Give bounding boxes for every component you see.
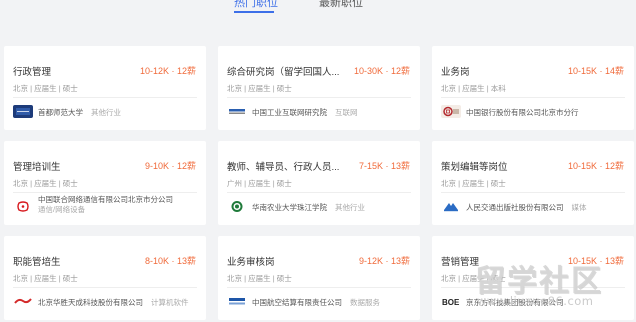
job-card[interactable]: 管理培训生 9-10K · 12薪 北京 | 应届生 | 硕士 中国联合网络通信… [4, 141, 206, 225]
company-line: 首都师范大学 其他行业 [38, 107, 121, 118]
job-meta: 北京 | 应届生 | 硕士 [441, 179, 506, 188]
divider [441, 287, 625, 288]
company-industry: 其他行业 [91, 108, 121, 117]
job-meta: 北京 | 应届生 | 硕士 [13, 274, 78, 283]
tab-hot-jobs[interactable]: 热门职位 [234, 0, 278, 10]
job-title[interactable]: 管理培训生 [13, 159, 61, 173]
company-industry: 数据服务 [350, 298, 380, 307]
press-logo [441, 200, 461, 213]
job-card[interactable]: 行政管理 10-12K · 12薪 北京 | 应届生 | 硕士 首都师范大学 其他… [4, 46, 206, 130]
company-line: 京东方科技集团股份有限公司 [466, 297, 564, 308]
company-line: 华南农业大学珠江学院 其他行业 [252, 202, 365, 213]
company-name[interactable]: 人民交通出版社股份有限公司 [466, 203, 564, 212]
company-industry: 通信/网络设备 [38, 204, 86, 214]
job-salary: 9-10K · 12薪 [144, 161, 196, 171]
divider [227, 287, 411, 288]
divider [441, 192, 625, 193]
job-card[interactable]: 综合研究岗（留学回国人... 10-30K · 12薪 北京 | 应届生 | 硕… [218, 46, 420, 130]
university-logo [13, 105, 33, 118]
job-meta: 北京 | 应届生 | 硕士 [441, 274, 506, 283]
company-line: 中国航空结算有限责任公司 数据服务 [252, 297, 380, 308]
divider [441, 97, 625, 98]
job-card[interactable]: 业务审核岗 9-12K · 13薪 北京 | 应届生 | 硕士 中国航空结算有限… [218, 236, 420, 320]
job-meta: 北京 | 应届生 | 本科 [441, 84, 506, 93]
job-title[interactable]: 业务岗 [441, 64, 470, 78]
company-name[interactable]: 首都师范大学 [38, 108, 83, 117]
company-name[interactable]: 中国银行股份有限公司北京市分行 [466, 108, 579, 117]
tab-latest-jobs[interactable]: 最新职位 [319, 0, 363, 10]
company-industry: 其他行业 [335, 203, 365, 212]
company-name[interactable]: 中国工业互联网研究院 [252, 108, 327, 117]
job-title[interactable]: 行政管理 [13, 64, 51, 78]
job-card[interactable]: 业务岗 10-15K · 14薪 北京 | 应届生 | 本科 中国银行股份有限公… [432, 46, 634, 130]
tech-logo [13, 295, 33, 308]
company-line: 中国银行股份有限公司北京市分行 [466, 107, 579, 118]
job-salary: 9-12K · 13薪 [358, 256, 410, 266]
job-title[interactable]: 策划编辑等岗位 [441, 159, 508, 173]
divider [13, 97, 197, 98]
institute-logo [227, 105, 247, 118]
company-name[interactable]: 京东方科技集团股份有限公司 [466, 298, 564, 307]
company-name[interactable]: 中国联合网络通信有限公司北京市分公司 [38, 195, 173, 204]
job-salary: 10-30K · 12薪 [353, 66, 410, 76]
college-logo [227, 200, 247, 213]
divider [227, 97, 411, 98]
aviation-logo [227, 295, 247, 308]
job-salary: 7-15K · 13薪 [358, 161, 410, 171]
company-line: 北京华胜天成科技股份有限公司 计算机软件 [38, 297, 189, 308]
job-title[interactable]: 教师、辅导员、行政人员... [227, 159, 339, 173]
divider [13, 192, 197, 193]
job-salary: 8-10K · 13薪 [144, 256, 196, 266]
company-industry: 计算机软件 [151, 298, 189, 307]
job-salary: 10-15K · 12薪 [567, 161, 624, 171]
active-tab-indicator [234, 11, 274, 13]
job-salary: 10-12K · 12薪 [139, 66, 196, 76]
job-title[interactable]: 业务审核岗 [227, 254, 275, 268]
job-title[interactable]: 职能管培生 [13, 254, 61, 268]
job-meta: 广州 | 应届生 | 硕士 [227, 179, 292, 188]
job-grid: 行政管理 10-12K · 12薪 北京 | 应届生 | 硕士 首都师范大学 其他… [4, 46, 634, 320]
job-title[interactable]: 综合研究岗（留学回国人... [227, 64, 339, 78]
company-line: 中国联合网络通信有限公司北京市分公司 通信/网络设备 [38, 195, 188, 214]
job-card[interactable]: 教师、辅导员、行政人员... 7-15K · 13薪 广州 | 应届生 | 硕士… [218, 141, 420, 225]
company-industry: 媒体 [571, 203, 587, 212]
job-card[interactable]: 营销管理 10-15K · 13薪 北京 | 应届生 | 硕士 BOE 京东方科… [432, 236, 634, 320]
bank-logo [441, 105, 461, 118]
job-salary: 10-15K · 14薪 [567, 66, 624, 76]
job-meta: 北京 | 应届生 | 硕士 [227, 274, 292, 283]
job-meta: 北京 | 应届生 | 硕士 [13, 179, 78, 188]
job-title[interactable]: 营销管理 [441, 254, 479, 268]
divider [13, 287, 197, 288]
boe-logo: BOE [441, 295, 461, 308]
company-name[interactable]: 北京华胜天成科技股份有限公司 [38, 298, 143, 307]
unicom-logo [13, 200, 33, 213]
company-name[interactable]: 中国航空结算有限责任公司 [252, 298, 342, 307]
svg-text:BOE: BOE [442, 298, 460, 307]
job-tabs: 热门职位 最新职位 [0, 0, 636, 14]
job-salary: 10-15K · 13薪 [567, 256, 624, 266]
job-meta: 北京 | 应届生 | 硕士 [13, 84, 78, 93]
job-card[interactable]: 职能管培生 8-10K · 13薪 北京 | 应届生 | 硕士 北京华胜天成科技… [4, 236, 206, 320]
divider [227, 192, 411, 193]
company-industry: 互联网 [335, 108, 358, 117]
job-card[interactable]: 策划编辑等岗位 10-15K · 12薪 北京 | 应届生 | 硕士 人民交通出… [432, 141, 634, 225]
job-meta: 北京 | 应届生 | 硕士 [227, 84, 292, 93]
company-line: 中国工业互联网研究院 互联网 [252, 107, 358, 118]
company-name[interactable]: 华南农业大学珠江学院 [252, 203, 327, 212]
company-line: 人民交通出版社股份有限公司 媒体 [466, 202, 587, 213]
